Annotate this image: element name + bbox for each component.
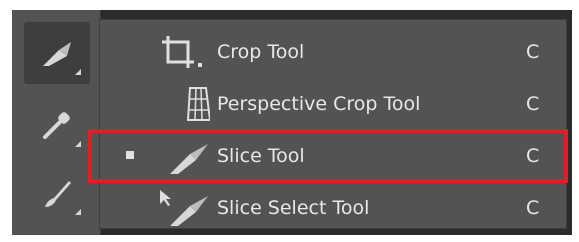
flyout-indicator xyxy=(75,69,81,75)
menu-item-crop-tool[interactable]: Crop Tool C xyxy=(100,26,566,78)
slice-icon xyxy=(170,144,208,174)
menu-item-shortcut: C xyxy=(526,197,540,219)
slice-icon xyxy=(43,42,71,66)
crop-icon xyxy=(162,36,202,68)
slice-select-icon xyxy=(160,190,208,226)
menu-item-shortcut: C xyxy=(526,93,540,115)
perspective-crop-icon xyxy=(186,87,210,121)
toolbar-eyedropper-tool-button[interactable] xyxy=(24,94,90,156)
eyedropper-icon xyxy=(43,112,70,139)
menu-item-label: Crop Tool xyxy=(217,41,305,63)
menu-item-slice-tool[interactable]: Slice Tool C xyxy=(100,130,566,182)
crop-tools-flyout-menu: Crop Tool C Perspective Crop Tool C Slic… xyxy=(100,20,566,228)
menu-item-label: Slice Select Tool xyxy=(217,197,370,219)
flyout-indicator xyxy=(75,209,81,215)
menu-item-shortcut: C xyxy=(526,41,540,63)
selected-bullet-icon xyxy=(126,151,134,159)
menu-item-slice-select-tool[interactable]: Slice Select Tool C xyxy=(100,182,566,234)
toolbar-brush-tool-button[interactable] xyxy=(24,162,90,224)
menu-item-shortcut: C xyxy=(526,145,540,167)
toolbar-slice-tool-button[interactable] xyxy=(24,22,90,84)
tools-panel xyxy=(12,10,101,235)
menu-item-label: Perspective Crop Tool xyxy=(217,93,421,115)
brush-icon xyxy=(45,181,71,207)
menu-item-perspective-crop-tool[interactable]: Perspective Crop Tool C xyxy=(100,78,566,130)
flyout-indicator xyxy=(75,141,81,147)
menu-item-label: Slice Tool xyxy=(217,145,305,167)
